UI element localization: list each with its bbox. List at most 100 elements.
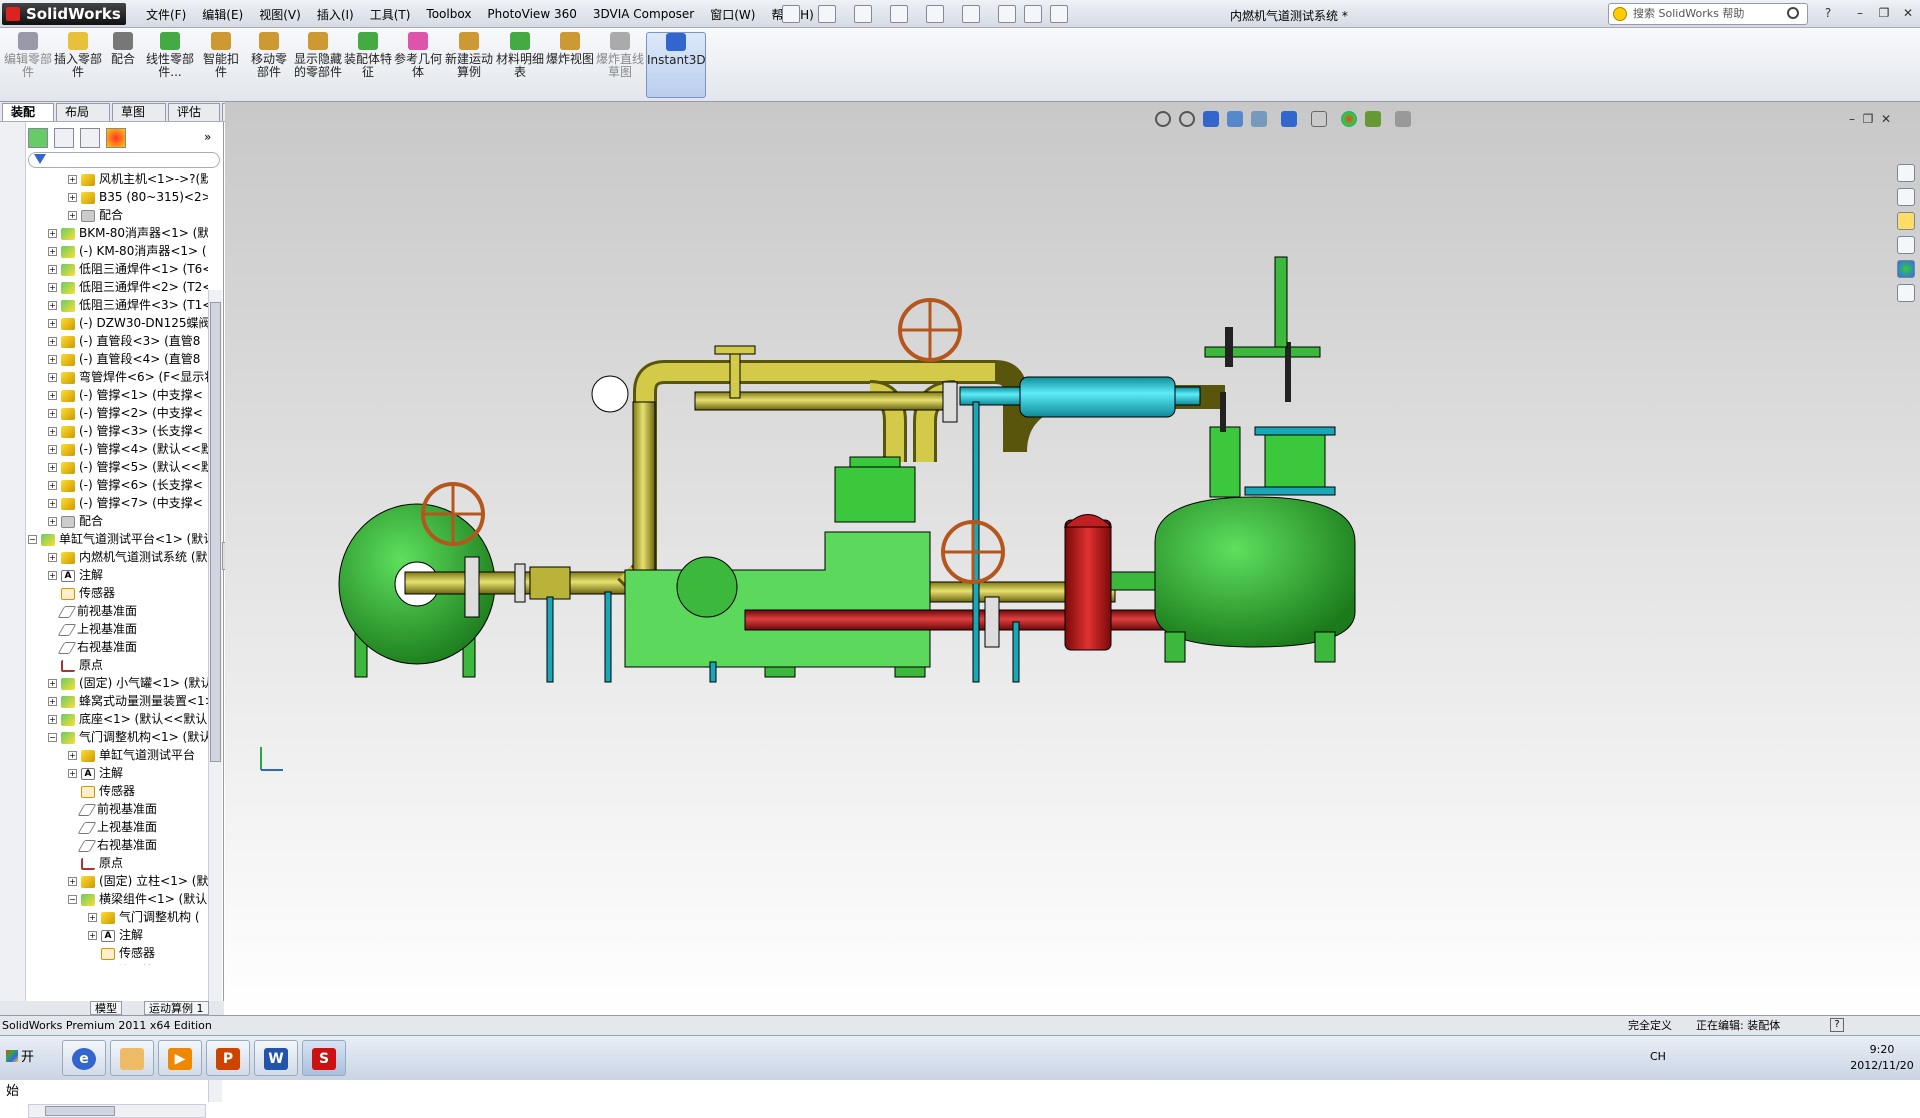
- expand-toggle-icon[interactable]: +: [68, 751, 77, 760]
- menu-item[interactable]: 编辑(E): [194, 6, 251, 23]
- expand-toggle-icon[interactable]: +: [68, 877, 77, 886]
- configuration-manager-tab-icon[interactable]: [80, 128, 100, 148]
- tree-item[interactable]: + 低阻三通焊件<2> (T2<: [28, 278, 208, 296]
- tree-item[interactable]: − 横梁组件<1> (默认<: [28, 890, 208, 908]
- taskbar-word[interactable]: W: [254, 1040, 298, 1076]
- tree-item[interactable]: +传感器: [28, 944, 208, 962]
- tree-item[interactable]: + (-) 管撑<3> (长支撑<: [28, 422, 208, 440]
- property-manager-tab-icon[interactable]: [54, 128, 74, 148]
- expand-toggle-icon[interactable]: +: [88, 931, 97, 940]
- tree-item[interactable]: + 内燃机气道测试系统 (默: [28, 548, 208, 566]
- display-manager-tab-icon[interactable]: [106, 128, 126, 148]
- new-document-icon[interactable]: [782, 5, 800, 23]
- tree-item[interactable]: + (-) 管撑<4> (默认<<默: [28, 440, 208, 458]
- menu-item[interactable]: 工具(T): [362, 6, 419, 23]
- expand-toggle-icon[interactable]: −: [48, 733, 57, 742]
- expand-toggle-icon[interactable]: +: [48, 301, 57, 310]
- help-icon[interactable]: ?: [1820, 6, 1836, 20]
- tree-item[interactable]: +右视基准面: [28, 638, 208, 656]
- options-icon[interactable]: [1050, 5, 1068, 23]
- tree-item[interactable]: + 蜂窝式动量测量装置<1>: [28, 692, 208, 710]
- command-10-button[interactable]: 新建运动算例: [444, 32, 494, 98]
- expand-toggle-icon[interactable]: +: [48, 337, 57, 346]
- save-icon[interactable]: [854, 5, 872, 23]
- command-1-button[interactable]: 编辑零部件: [4, 32, 52, 98]
- command-12-button[interactable]: 爆炸视图: [546, 32, 594, 98]
- undo-icon[interactable]: [926, 5, 944, 23]
- tree-item[interactable]: + (-) 直管段<3> (直管8: [28, 332, 208, 350]
- menu-item[interactable]: Toolbox: [418, 7, 479, 21]
- expand-toggle-icon[interactable]: +: [68, 175, 77, 184]
- select-icon[interactable]: [962, 5, 980, 23]
- tree-item[interactable]: + (-) 直管段<4> (直管8: [28, 350, 208, 368]
- tree-item[interactable]: + 低阻三通焊件<3> (T1<: [28, 296, 208, 314]
- minimize-button[interactable]: –: [1852, 6, 1868, 20]
- open-icon[interactable]: [818, 5, 836, 23]
- base-frame[interactable]: [624, 456, 931, 678]
- tree-item[interactable]: + 风机主机<1>->?(默: [28, 170, 208, 188]
- file-properties-icon[interactable]: [1024, 5, 1042, 23]
- taskbar-solidworks[interactable]: S: [302, 1040, 346, 1076]
- tree-item[interactable]: + 底座<1> (默认<<默认>_: [28, 710, 208, 728]
- search-icon[interactable]: [1787, 7, 1799, 19]
- expand-toggle-icon[interactable]: +: [48, 517, 57, 526]
- large-gas-tank[interactable]: [1154, 496, 1356, 663]
- rebuild-icon[interactable]: [998, 5, 1016, 23]
- tab-1[interactable]: 装配体: [2, 103, 54, 136]
- tree-filter-input[interactable]: [28, 152, 220, 168]
- flange-plate[interactable]: [591, 375, 629, 413]
- tree-item[interactable]: +原点: [28, 854, 208, 872]
- tree-item[interactable]: + (-) KM-80消声器<1> (: [28, 242, 208, 260]
- tree-item[interactable]: + A 注解: [28, 764, 208, 782]
- command-4-button[interactable]: 线性零部件...: [144, 32, 196, 98]
- menu-item[interactable]: 窗口(W): [702, 6, 763, 23]
- expand-toggle-icon[interactable]: +: [48, 427, 57, 436]
- command-9-button[interactable]: 参考几何体: [394, 32, 442, 98]
- expand-toggle-icon[interactable]: +: [48, 697, 57, 706]
- bottom-tab-1[interactable]: 模型: [90, 1001, 122, 1015]
- tab-4[interactable]: 评估: [168, 103, 220, 121]
- tree-item[interactable]: +前视基准面: [28, 800, 208, 818]
- tree-item[interactable]: + 配合: [28, 512, 208, 530]
- command-3-button[interactable]: 配合: [104, 32, 142, 98]
- print-icon[interactable]: [890, 5, 908, 23]
- expand-toggle-icon[interactable]: +: [48, 715, 57, 724]
- tree-item[interactable]: +前视基准面: [28, 602, 208, 620]
- command-13-button[interactable]: 爆炸直线草图: [596, 32, 644, 98]
- expand-toggle-icon[interactable]: +: [48, 571, 57, 580]
- tree-item[interactable]: + (-) 管撑<6> (长支撑<: [28, 476, 208, 494]
- expand-toggle-icon[interactable]: −: [68, 895, 77, 904]
- command-6-button[interactable]: 移动零部件: [246, 32, 292, 98]
- tree-item[interactable]: + 配合: [28, 206, 208, 224]
- expand-toggle-icon[interactable]: +: [48, 265, 57, 274]
- expand-toggle-icon[interactable]: +: [48, 499, 57, 508]
- taskbar-powerpoint[interactable]: P: [206, 1040, 250, 1076]
- search-input[interactable]: 搜索 SolidWorks 帮助: [1608, 3, 1808, 25]
- tree-vertical-scrollbar[interactable]: [208, 290, 222, 1102]
- expand-toggle-icon[interactable]: +: [48, 409, 57, 418]
- tree-item[interactable]: + 单缸气道测试平台: [28, 746, 208, 764]
- tree-item[interactable]: + (固定) 立柱<1> (默: [28, 872, 208, 890]
- menu-item[interactable]: 视图(V): [251, 6, 309, 23]
- expand-panel-icon[interactable]: »: [204, 130, 211, 144]
- taskbar-ie[interactable]: e: [62, 1040, 106, 1076]
- tree-item[interactable]: +传感器: [28, 782, 208, 800]
- tab-2[interactable]: 布局: [56, 103, 110, 121]
- expand-toggle-icon[interactable]: +: [88, 913, 97, 922]
- tree-item[interactable]: − 单缸气道测试平台<1> (默认: [28, 530, 208, 548]
- tree-item[interactable]: − 气门调整机构<1> (默认<: [28, 728, 208, 746]
- tree-item[interactable]: + A 注解: [28, 566, 208, 584]
- expand-toggle-icon[interactable]: +: [48, 445, 57, 454]
- tree-item[interactable]: + (固定) 小气罐<1> (默认: [28, 674, 208, 692]
- momentum-measuring-device[interactable]: [1204, 256, 1336, 498]
- restore-button[interactable]: ❐: [1876, 6, 1892, 20]
- input-language[interactable]: CH: [1650, 1050, 1666, 1063]
- tree-item[interactable]: +上视基准面: [28, 818, 208, 836]
- tree-item[interactable]: + 弯管焊件<6> (F<显示状: [28, 368, 208, 386]
- expand-toggle-icon[interactable]: +: [48, 319, 57, 328]
- expand-toggle-icon[interactable]: −: [28, 535, 37, 544]
- help-status-icon[interactable]: ?: [1830, 1018, 1844, 1032]
- feature-manager-tab-icon[interactable]: [28, 128, 48, 148]
- menu-item[interactable]: 文件(F): [138, 6, 194, 23]
- command-2-button[interactable]: 插入零部件: [54, 32, 102, 98]
